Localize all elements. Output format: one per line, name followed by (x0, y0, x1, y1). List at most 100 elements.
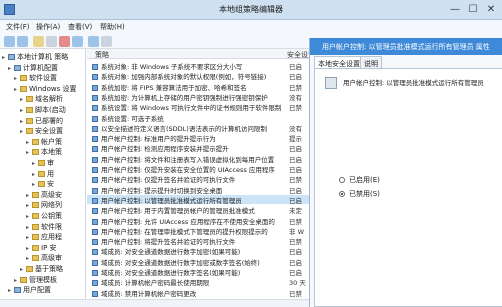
policy-row[interactable]: 用户帐户控制: 在管理审批模式下管理员的提升权限提示的 非 W (87, 226, 317, 235)
title-bar[interactable]: 本地组策略编辑器 — ☐ ✕ (0, 0, 502, 20)
tree-node[interactable]: ▸ 基于策略 (20, 264, 63, 273)
tree-node[interactable]: ▸ Windows 设置 (14, 84, 76, 93)
tree-node[interactable]: ▸ 安 (32, 179, 54, 188)
delete-icon[interactable] (59, 36, 70, 47)
tree-node-label: 帐户策 (41, 137, 62, 146)
tree-node[interactable]: ▸ 软件设置 (14, 73, 57, 82)
policy-setting: 提示 (289, 135, 302, 143)
tree-node[interactable]: ▸ 计算机配置 (8, 63, 58, 72)
policy-icon (92, 94, 98, 101)
policy-row[interactable]: 用户帐户控制: 仅提升安装在安全位置的 UIAccess 应用程序 已启 (87, 164, 317, 173)
tree-node[interactable]: ▸ 高级安 (26, 190, 62, 199)
policy-setting: 已禁 (289, 176, 302, 184)
radio-button-icon[interactable] (339, 191, 345, 197)
policy-row[interactable]: 用户帐户控制: 用于内置管理员帐户的管理员批准模式 未定 (87, 205, 317, 215)
folder-icon (20, 276, 27, 283)
policy-icon (92, 249, 98, 256)
tree-node-label: 软件限 (41, 222, 62, 231)
export-icon[interactable] (72, 36, 83, 47)
tree-node[interactable]: ▸ 审 (32, 158, 54, 167)
minimize-button[interactable]: — (446, 2, 464, 18)
policy-row[interactable]: 系统对象: 加强内部系统对象的默认权限(例如，符号链接) 已启 (87, 71, 317, 81)
policy-setting: 未定 (289, 207, 302, 215)
policy-row[interactable]: 系统加密: 为计算机上存储的用户密钥强制进行强密钥保护 没有 (87, 92, 317, 101)
tree-node[interactable]: ▸ 用户配置 (8, 285, 51, 294)
policy-row[interactable]: 用户帐户控制: 允许 UIAccess 应用程序在不使用安全桌面的 已禁 (87, 216, 317, 225)
radio-button-icon[interactable] (339, 177, 345, 183)
policy-name: 域成员: 计算机帐户密码最长使用期限 (101, 279, 210, 287)
policy-row[interactable]: 用户帐户控制: 以管理员批准模式运行所有管理员 已启 (87, 194, 317, 204)
tree-node[interactable]: ▸ 软件限 (26, 222, 62, 231)
radio-enabled[interactable]: 已启用(E) (339, 175, 380, 185)
policy-row[interactable]: 系统设置: 可选子系统 (87, 113, 317, 122)
tree-node[interactable]: ▸ 网络列 (26, 200, 62, 209)
tree-node[interactable]: ▸ 用 (32, 169, 54, 178)
folder-icon (38, 160, 45, 166)
policy-row[interactable]: 域成员: 禁用计算机帐户密码更改 已禁 (87, 288, 317, 297)
menu-file[interactable]: 文件(F) (6, 22, 30, 32)
policy-row[interactable]: 系统设置: 将 Windows 可执行文件中的证书规则用于软件限制 已禁 (87, 102, 317, 112)
policy-row[interactable]: 用户帐户控制: 将提升签名并验证的可执行文件 已禁 (87, 236, 317, 246)
tab-local-security-setting[interactable]: 本地安全设置 (314, 56, 364, 68)
policy-row[interactable]: 域成员: 计算机帐户密码最长使用期限 30 天 (87, 277, 317, 287)
policy-icon (325, 77, 337, 89)
policy-row[interactable]: 系统对象: 非 Windows 子系统不要求区分大小写 已启 (87, 61, 317, 70)
show-tree-icon[interactable] (46, 36, 57, 47)
help-icon[interactable] (88, 36, 99, 47)
policy-icon (92, 280, 98, 287)
policy-row[interactable]: 用户帐户控制: 将文件和注册表写入错误虚拟化到每用户位置 已启 (87, 154, 317, 163)
policy-setting: 已禁 (289, 289, 302, 297)
tab-explain[interactable]: 说明 (360, 56, 382, 68)
close-button[interactable]: ✕ (482, 2, 500, 18)
policy-row[interactable]: 用户帐户控制: 提示提升时切换到安全桌面 已启 (87, 185, 317, 194)
policy-row[interactable]: 域成员: 对安全通道数据进行数字签名(如果可能) 已启 (87, 267, 317, 276)
forward-icon[interactable] (17, 36, 28, 47)
column-header-policy[interactable]: 策略 (95, 50, 109, 60)
policy-name: 用户帐户控制: 在管理审批模式下管理员的提升权限提示的 (101, 227, 268, 235)
menu-action[interactable]: 操作(A) (36, 22, 60, 32)
tree-node[interactable]: ▸ 已部署的 (20, 116, 63, 125)
tree-node[interactable]: ▸ 高级审 (26, 253, 62, 262)
policy-icon (92, 187, 98, 194)
menu-help[interactable]: 帮助(H) (100, 22, 125, 32)
policy-name: 系统加密: 为计算机上存储的用户密钥强制进行强密钥保护 (101, 93, 268, 101)
policy-row[interactable]: 域成员: 对安全通道数据进行数字加密(如果可能) 已启 (87, 246, 317, 256)
policy-row[interactable]: 用户帐户控制: 标准用户的提升提示行为 提示 (87, 133, 317, 143)
policy-setting: 已禁 (289, 217, 302, 225)
tree-node[interactable]: ▸ 域名解析 (20, 94, 63, 103)
back-icon[interactable] (4, 36, 15, 47)
tree-node[interactable]: ▸ 管理模板 (14, 275, 57, 284)
policy-setting: 已启 (289, 166, 302, 173)
policy-list: 策略 安全设置 系统对象: 非 Windows 子系统不要求区分大小写 已启 系统对… (87, 49, 317, 299)
tree-node[interactable]: ▸ 安全设置 (20, 126, 63, 135)
dialog-title-bar[interactable]: 用户帐户控制: 以管理员批准模式运行所有管理员 属性 (310, 38, 502, 55)
tab-content: 用户帐户控制: 以管理员批准模式运行所有管理员 已启用(E) 已禁用(S) (314, 68, 502, 307)
radio-disabled[interactable]: 已禁用(S) (339, 189, 380, 199)
policy-icon (92, 64, 98, 70)
tree-node[interactable]: ▸ 本地计算机 策略 (2, 52, 68, 61)
properties-icon[interactable] (101, 36, 112, 47)
tree-node-label: 本地策 (41, 148, 62, 157)
policy-name: 用户帐户控制: 将文件和注册表写入错误虚拟化到每用户位置 (101, 155, 275, 163)
tree-node[interactable]: ▸ 脚本(启动 (20, 105, 66, 114)
maximize-button[interactable]: ☐ (464, 2, 482, 18)
tree-node[interactable]: ▸ IP 安 (26, 243, 57, 252)
policy-row[interactable]: 域成员: 对安全通道数据进行数字加密或数字签名(始终) 已启 (87, 257, 317, 266)
menu-view[interactable]: 查看(V) (68, 22, 92, 32)
policy-name: 域成员: 对安全通道数据进行数字加密(如果可能) (101, 248, 241, 256)
tree-node[interactable]: ▸ 应用程 (26, 232, 62, 241)
tree-node-label: 审 (47, 159, 54, 167)
tree-node-label: 高级安 (41, 190, 62, 199)
tree-node[interactable]: ▸ 帐户策 (26, 137, 62, 146)
policy-name: 系统对象: 加强内部系统对象的默认权限(例如，符号链接) (101, 73, 267, 81)
policy-icon (92, 290, 98, 297)
tree-node[interactable]: ▸ 本地策 (26, 147, 62, 156)
tree-node[interactable]: ▸ 公钥策 (26, 211, 62, 220)
properties-dialog: 用户帐户控制: 以管理员批准模式运行所有管理员 属性 本地安全设置 说明 用户帐… (309, 38, 502, 307)
up-folder-icon[interactable] (33, 36, 44, 47)
policy-icon (92, 208, 98, 215)
policy-row[interactable]: 用户帐户控制: 检测应用程序安装并提示提升 已启 (87, 143, 317, 153)
policy-row[interactable]: 系统加密: 将 FIPS 兼容算法用于加密、哈希和签名 已禁 (87, 82, 317, 91)
policy-row[interactable]: 以安全描述符定义语言(SDDL)语法表示的计算机访问限制 没有 (87, 123, 317, 132)
policy-row[interactable]: 用户帐户控制: 仅提升签名并验证的可执行文件 已禁 (87, 174, 317, 184)
